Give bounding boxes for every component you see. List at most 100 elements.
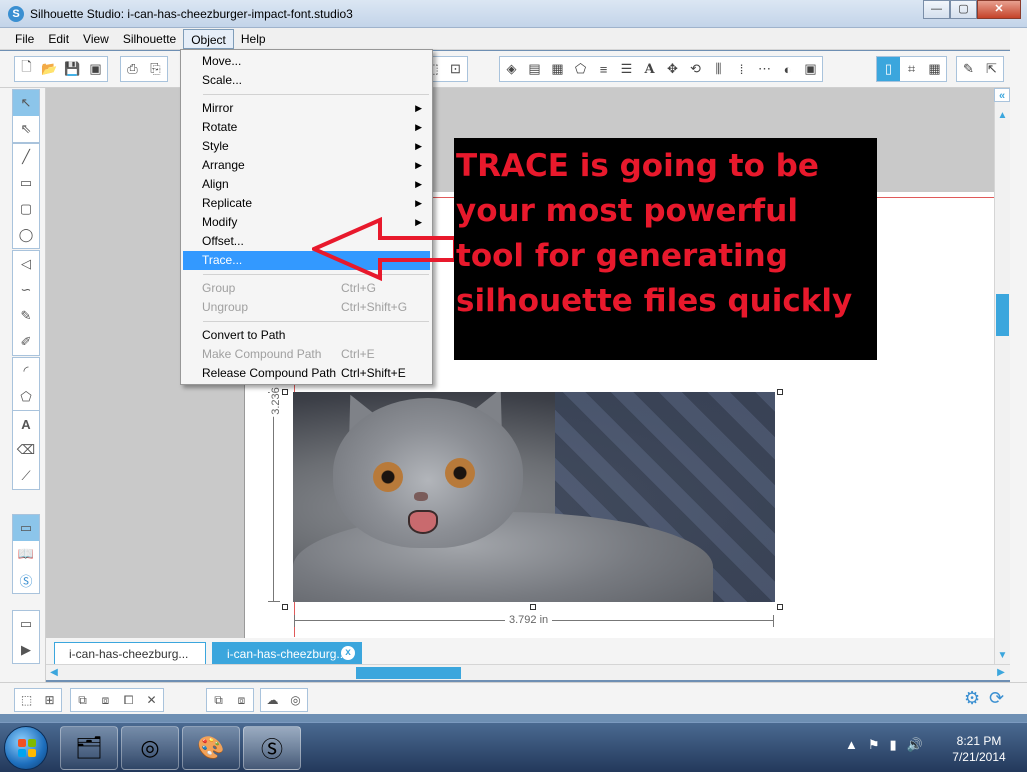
volume-icon[interactable]: 🔊 [907,737,923,753]
select-all-icon[interactable]: ⊡ [444,57,467,81]
align-icon[interactable]: ⫼ [707,57,730,81]
line-color-icon[interactable]: ⬠ [569,57,592,81]
page-view-icon[interactable]: ▭ [13,611,39,637]
vertical-scrollbar[interactable]: ▲ ▼ [994,88,1010,664]
offset-icon[interactable]: ◎ [284,689,307,711]
menu-item-move[interactable]: Move... [183,52,430,71]
horizontal-scrollbar[interactable]: ◀ ▶ [46,664,1010,680]
group-icon[interactable]: ⬚ [15,689,38,711]
fill-color-icon[interactable]: ◈ [500,57,523,81]
menu-object[interactable]: Object [183,29,234,49]
rectangle-tool-icon[interactable]: ▭ [13,170,39,196]
edit-points-tool-icon[interactable]: ⇖ [13,116,39,142]
menu-item-style[interactable]: Style ▶ [183,137,430,156]
save-library-icon[interactable]: ▣ [84,57,107,81]
ungroup-icon[interactable]: ⊞ [38,689,61,711]
cut-style-icon[interactable]: ☰ [615,57,638,81]
selection-handle[interactable] [282,604,288,610]
design-page-icon[interactable]: ▯ [877,57,900,81]
new-document-icon[interactable]: 🗋 [15,57,38,81]
collapse-panel-icon[interactable]: « [994,88,1010,102]
action-center-icon[interactable]: ⚑ [868,737,880,753]
ellipse-tool-icon[interactable]: ◯ [13,222,39,248]
eraser-tool-icon[interactable]: ⌫ [13,437,39,463]
line-style-icon[interactable]: ≡ [592,57,615,81]
release-compound-icon[interactable]: ⧈ [230,689,253,711]
make-compound-icon[interactable]: ⧉ [207,689,230,711]
menu-item-replicate[interactable]: Replicate ▶ [183,194,430,213]
arc-tool-icon[interactable]: ◜ [13,358,39,384]
select-tool-icon[interactable]: ↖ [13,90,39,116]
menu-edit[interactable]: Edit [41,29,76,49]
refresh-icon[interactable]: ⟳ [989,688,1009,708]
tab-document-1[interactable]: i-can-has-cheezburg... [54,642,206,664]
maximize-button[interactable]: ▢ [950,0,977,19]
curve-tool-icon[interactable]: ∽ [13,277,39,303]
menu-item-convert-to-path[interactable]: Convert to Path [183,326,430,345]
menu-item-ungroup[interactable]: Ungroup Ctrl+Shift+G [183,298,430,317]
rounded-rectangle-tool-icon[interactable]: ▢ [13,196,39,222]
gradient-icon[interactable]: ▤ [523,57,546,81]
send-to-silhouette-icon[interactable]: ⇱ [980,57,1003,81]
print-icon[interactable]: ⎙ [121,57,144,81]
weld-icon[interactable]: ☁ [261,689,284,711]
menu-item-scale[interactable]: Scale... [183,71,430,90]
network-icon[interactable]: ▮ [890,737,897,753]
chrome-icon[interactable]: ◎ [121,726,179,770]
gear-icon[interactable]: ⚙ [964,688,984,708]
selection-handle[interactable] [282,389,288,395]
save-icon[interactable]: 💾 [61,57,84,81]
menu-item-rotate[interactable]: Rotate ▶ [183,118,430,137]
minimize-button[interactable]: — [923,0,950,19]
online-store-icon[interactable]: Ⓢ [13,567,39,593]
menu-view[interactable]: View [76,29,116,49]
silhouette-studio-icon[interactable]: Ⓢ [243,726,301,770]
open-folder-icon[interactable]: 📂 [38,57,61,81]
bring-to-front-icon[interactable]: ⧉ [71,689,94,711]
polygon-tool-icon[interactable]: ◁ [13,251,39,277]
delete-icon[interactable]: ✕ [140,689,163,711]
send-to-back-icon[interactable]: ⧈ [94,689,117,711]
text-style-icon[interactable]: A [638,57,661,81]
modify-icon[interactable]: ⋯ [753,57,776,81]
menu-item-make-compound-path[interactable]: Make Compound Path Ctrl+E [183,345,430,364]
menu-item-arrange[interactable]: Arrange ▶ [183,156,430,175]
freehand-tool-icon[interactable]: ✎ [13,303,39,329]
menu-item-align[interactable]: Align ▶ [183,175,430,194]
trace-icon[interactable]: ▣ [799,57,822,81]
registration-icon[interactable]: ⌗ [900,57,923,81]
menu-item-release-compound-path[interactable]: Release Compound Path Ctrl+Shift+E [183,364,430,383]
vertical-scroll-thumb[interactable] [996,294,1009,336]
horizontal-scroll-thumb[interactable] [356,667,461,679]
tab-document-2[interactable]: i-can-has-cheezburg... x [212,642,362,664]
smooth-freehand-tool-icon[interactable]: ✐ [13,329,39,355]
grid-icon[interactable]: ▦ [923,57,946,81]
text-tool-icon[interactable]: A [13,411,39,437]
close-button[interactable]: ✕ [977,0,1021,19]
library-icon[interactable]: 📖 [13,541,39,567]
paint-icon[interactable]: 🎨 [182,726,240,770]
scroll-up-icon[interactable]: ▲ [995,108,1010,124]
show-hidden-icons-icon[interactable]: ▲ [845,737,858,753]
duplicate-icon[interactable]: ⧠ [117,689,140,711]
scroll-left-icon[interactable]: ◀ [46,665,62,681]
regular-polygon-tool-icon[interactable]: ⬠ [13,384,39,410]
replicate-icon[interactable]: ⁞ [730,57,753,81]
scroll-right-icon[interactable]: ▶ [993,665,1009,681]
menu-silhouette[interactable]: Silhouette [116,29,183,49]
expand-panel-icon[interactable]: ▶ [13,637,39,663]
pattern-icon[interactable]: ▦ [546,57,569,81]
menu-item-mirror[interactable]: Mirror ▶ [183,99,430,118]
rotate-icon[interactable]: ⟲ [684,57,707,81]
image-icon[interactable]: ◐ [776,57,799,81]
design-area-icon[interactable]: ▭ [13,515,39,541]
transform-icon[interactable]: ✥ [661,57,684,81]
start-button[interactable] [4,726,48,770]
knife-tool-icon[interactable]: ⟋ [13,463,39,489]
tab-close-icon[interactable]: x [341,646,355,660]
line-tool-icon[interactable]: ╱ [13,144,39,170]
selection-handle[interactable] [777,604,783,610]
clock[interactable]: 8:21 PM 7/21/2014 [944,733,1014,765]
scroll-down-icon[interactable]: ▼ [995,648,1010,664]
menu-file[interactable]: File [8,29,41,49]
